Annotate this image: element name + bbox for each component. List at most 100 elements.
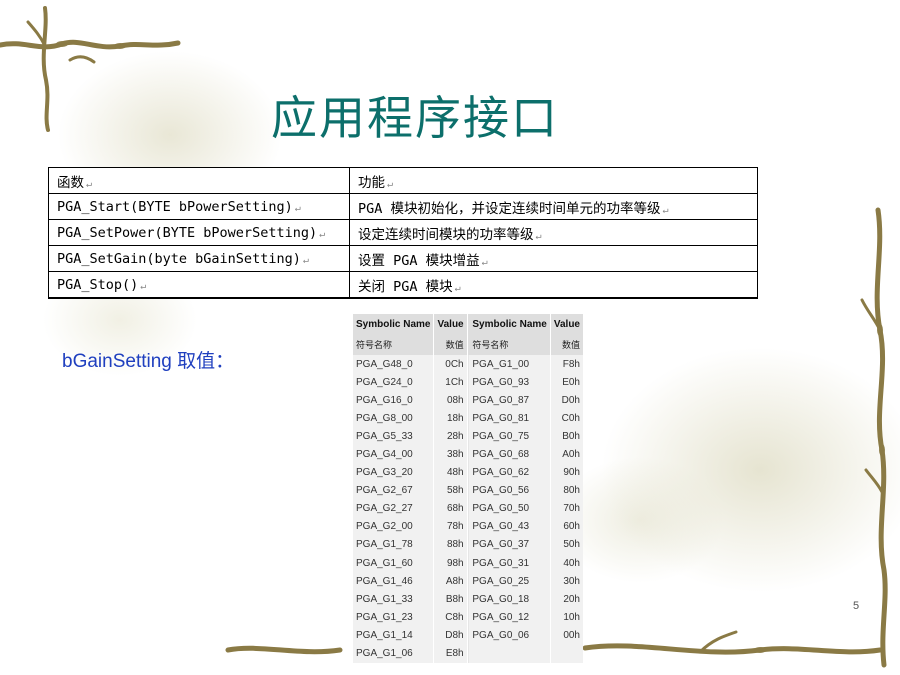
symbol-name-cell: PGA_G2_27 (353, 499, 434, 518)
symbol-name-cell: PGA_G1_23 (353, 608, 434, 627)
gain-table: Symbolic Name Value Symbolic Name Value 符号名称… (352, 314, 584, 663)
function-cell: PGA_Start(BYTE bPowerSetting) ↵ (48, 193, 350, 220)
function-cell-text: PGA_Start(BYTE bPowerSetting) (57, 198, 293, 215)
value-cell: A0h (550, 445, 583, 464)
value-cell: B8h (434, 590, 467, 609)
table-row: PGA_G2_67 58h PGA_G0_56 80h (353, 481, 583, 500)
symbol-name-cell: Symbolic Name (353, 314, 434, 334)
table-row: PGA_G4_00 38h PGA_G0_68 A0h (353, 445, 583, 464)
page-title: 应用程序接口 (271, 91, 559, 145)
symbol-name-cell: PGA_G3_20 (353, 463, 434, 482)
symbol-name-cell: PGA_G0_93 (469, 373, 550, 392)
value-cell: 48h (434, 463, 467, 482)
symbol-name-cell: 符号名称 (353, 334, 434, 355)
value-cell: 68h (434, 499, 467, 518)
return-mark-icon: ↵ (302, 254, 309, 266)
column-divider (467, 535, 469, 555)
value-cell: 30h (550, 572, 583, 591)
return-mark-icon: ↵ (319, 228, 326, 240)
column-divider (467, 355, 469, 374)
value-cell: 0Ch (434, 355, 467, 374)
function-cell-text: PGA_SetPower(BYTE bPowerSetting) (57, 224, 318, 241)
symbol-name-cell: PGA_G1_14 (353, 626, 434, 645)
value-cell: 80h (550, 481, 583, 500)
value-cell: 数值 (434, 334, 467, 355)
column-divider (467, 445, 469, 464)
description-cell: 功能 ↵ (349, 167, 758, 194)
value-cell: 数值 (550, 334, 583, 355)
description-cell-text: 关闭 PGA 模块 (358, 278, 453, 295)
value-cell: 1Ch (434, 373, 467, 392)
table-row: PGA_G1_33 B8h PGA_G0_18 20h (353, 590, 583, 609)
symbol-name-cell: PGA_G0_50 (469, 499, 550, 518)
description-cell-text: 设置 PGA 模块增益 (358, 252, 480, 269)
table-row: PGA_G1_46 A8h PGA_G0_25 30h (353, 572, 583, 591)
function-cell-text: PGA_Stop() (57, 276, 139, 293)
column-divider (467, 644, 469, 663)
value-cell: C0h (550, 409, 583, 428)
column-divider (467, 481, 469, 500)
symbol-name-cell: PGA_G1_33 (353, 590, 434, 609)
value-cell: 78h (434, 517, 467, 536)
symbol-name-cell: PGA_G1_46 (353, 572, 434, 591)
value-cell: F8h (550, 355, 583, 374)
symbol-name-cell: PGA_G0_62 (469, 463, 550, 482)
column-divider (467, 590, 469, 609)
table-row: PGA_G3_20 48h PGA_G0_62 90h (353, 463, 583, 482)
description-cell-text: PGA 模块初始化，并设定连续时间单元的功率等级 (358, 200, 661, 217)
return-mark-icon: ↵ (662, 204, 669, 216)
value-cell: 58h (434, 481, 467, 500)
table-row: PGA_G2_00 78h PGA_G0_43 60h (353, 517, 583, 536)
table-row: PGA_G24_0 1Ch PGA_G0_93 E0h (353, 373, 583, 392)
symbol-name-cell (469, 644, 550, 663)
function-cell: 函数 ↵ (48, 167, 350, 194)
symbol-name-cell: PGA_G5_33 (353, 427, 434, 446)
symbol-name-cell: PGA_G0_37 (469, 535, 550, 555)
symbol-name-cell: PGA_G0_75 (469, 427, 550, 446)
return-mark-icon: ↵ (481, 256, 488, 268)
column-divider (467, 517, 469, 536)
table-row: PGA_G2_27 68h PGA_G0_50 70h (353, 499, 583, 518)
value-cell: 38h (434, 445, 467, 464)
function-cell-text: PGA_SetGain(byte bGainSetting) (57, 250, 301, 267)
description-cell: 设定连续时间模块的功率等级 ↵ (349, 219, 758, 246)
value-cell: 98h (434, 554, 467, 573)
symbol-name-cell: PGA_G1_00 (469, 355, 550, 374)
value-cell: 60h (550, 517, 583, 536)
table-row: PGA_G48_0 0Ch PGA_G1_00 F8h (353, 355, 583, 374)
column-divider (467, 427, 469, 446)
return-mark-icon: ↵ (140, 280, 147, 292)
description-cell-text: 设定连续时间模块的功率等级 (358, 226, 534, 243)
column-divider (467, 463, 469, 482)
description-cell: 关闭 PGA 模块 ↵ (349, 271, 758, 299)
value-cell: 88h (434, 535, 467, 555)
gain-setting-label: bGainSetting 取值： (62, 351, 235, 372)
api-table-header-row: 函数 ↵ 功能 ↵ (48, 167, 758, 194)
value-cell: 40h (550, 554, 583, 573)
function-cell: PGA_SetPower(BYTE bPowerSetting) ↵ (48, 219, 350, 246)
column-divider (467, 314, 469, 334)
symbol-name-cell: PGA_G0_87 (469, 391, 550, 410)
symbol-name-cell: PGA_G1_60 (353, 554, 434, 573)
value-cell: 70h (550, 499, 583, 518)
symbol-name-cell: PGA_G2_00 (353, 517, 434, 536)
api-table-row: PGA_SetGain(byte bGainSetting) ↵ 设置 PGA 模块… (48, 245, 758, 272)
return-mark-icon: ↵ (387, 178, 394, 190)
value-cell: E8h (434, 644, 467, 663)
function-cell: PGA_SetGain(byte bGainSetting) ↵ (48, 245, 350, 272)
column-divider (467, 554, 469, 573)
gain-table-header-row-cn: 符号名称 数值 符号名称 数值 (353, 334, 583, 355)
symbol-name-cell: PGA_G0_56 (469, 481, 550, 500)
symbol-name-cell: PGA_G0_25 (469, 572, 550, 591)
function-cell: PGA_Stop() ↵ (48, 271, 350, 299)
description-cell: 设置 PGA 模块增益 ↵ (349, 245, 758, 272)
table-row: PGA_G1_60 98h PGA_G0_31 40h (353, 554, 583, 573)
symbol-name-cell: PGA_G4_00 (353, 445, 434, 464)
symbol-name-cell: PGA_G0_43 (469, 517, 550, 536)
table-row: PGA_G1_14 D8h PGA_G0_06 00h (353, 626, 583, 645)
value-cell: D0h (550, 391, 583, 410)
symbol-name-cell: 符号名称 (469, 334, 550, 355)
return-mark-icon: ↵ (454, 282, 461, 294)
symbol-name-cell: PGA_G0_31 (469, 554, 550, 573)
value-cell: Value (434, 314, 467, 334)
